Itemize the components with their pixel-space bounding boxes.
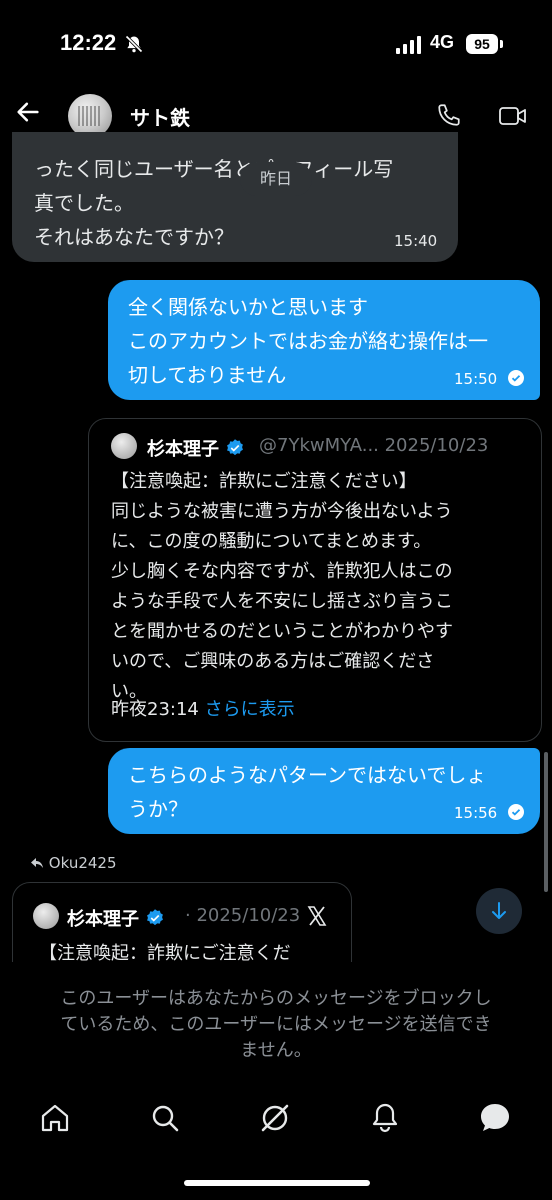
read-check-icon	[508, 804, 525, 820]
scrollbar[interactable]	[544, 752, 548, 892]
home-indicator	[184, 1180, 370, 1186]
message-time: 15:40	[394, 232, 438, 250]
phone-icon[interactable]	[436, 102, 462, 128]
bell-off-icon	[125, 35, 143, 53]
arrow-down-icon	[492, 902, 506, 919]
search-icon[interactable]	[147, 1100, 183, 1136]
post-author-name: 杉本理子	[147, 435, 245, 461]
outgoing-message[interactable]: 全く関係ないかと思います このアカウントではお金が絡む操作は一 切しておりません…	[108, 280, 540, 400]
verified-icon	[227, 439, 244, 456]
bell-icon[interactable]	[367, 1100, 403, 1136]
post-body: 【注意喚起：詐欺にご注意ください】 同じような被害に遭う方が今後出ないよう に、…	[111, 471, 453, 702]
post-handle-date: @7YkwMYA... 2025/10/23	[259, 435, 489, 456]
contact-name[interactable]: サト鉄	[130, 102, 190, 131]
incoming-message[interactable]: ったく同じユーザー名とプロフィール写 真でした。 それはあなたですか？ 15:4…	[12, 132, 458, 262]
video-icon[interactable]	[498, 104, 528, 128]
message-text: こちらのようなパターンではないでしょ うか？	[128, 763, 487, 821]
post-author-name: 杉本理子	[67, 905, 165, 931]
network-type: 4G	[430, 32, 455, 52]
scroll-down-button[interactable]	[476, 888, 522, 934]
message-text: ったく同じユーザー名とプロフィール写 真でした。 それはあなたですか？	[34, 157, 394, 249]
grok-icon[interactable]	[257, 1100, 293, 1136]
date-separator: 昨日	[240, 162, 312, 196]
message-time: 15:50	[454, 370, 525, 388]
battery-tip	[500, 40, 503, 48]
home-icon[interactable]	[37, 1100, 73, 1136]
status-bar: 12:22 4G 95	[0, 0, 552, 90]
quoted-post-card[interactable]: 杉本理子 @7YkwMYA... 2025/10/23 【注意喚起：詐欺にご注意…	[88, 418, 542, 742]
message-time: 15:56	[454, 804, 525, 822]
post-avatar	[33, 903, 59, 929]
post-time: 昨夜23:14	[111, 699, 199, 720]
post-footer: 昨夜23:14 さらに表示	[111, 695, 295, 721]
reply-label: Oku2425	[30, 854, 117, 872]
post-date: · 2025/10/23	[185, 905, 301, 926]
x-logo-icon	[307, 906, 327, 926]
outgoing-message[interactable]: こちらのようなパターンではないでしょ うか？ 15:56	[108, 748, 540, 834]
post-avatar	[111, 433, 137, 459]
messages-icon[interactable]	[477, 1100, 513, 1136]
signal-icon	[396, 36, 421, 54]
show-more-link[interactable]: さらに表示	[205, 699, 295, 720]
reply-icon	[31, 858, 43, 868]
message-text: 全く関係ないかと思います このアカウントではお金が絡む操作は一 切しておりません	[128, 295, 488, 387]
read-check-icon	[508, 370, 525, 386]
blocked-notice: このユーザーはあなたからのメッセージをブロックし ているため、このユーザーにはメ…	[60, 988, 492, 1061]
back-arrow-icon[interactable]	[14, 98, 42, 126]
status-time: 12:22	[60, 30, 117, 55]
verified-icon	[147, 909, 164, 926]
battery-icon: 95	[466, 34, 498, 54]
